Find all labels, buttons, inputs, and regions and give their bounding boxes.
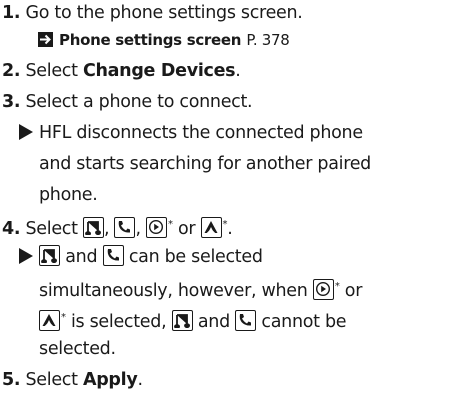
step-4-note-text-1: can be selected [123,247,263,267]
step-2: 2. Select Change Devices. [2,60,241,82]
step-4-text-prefix: Select [25,219,83,239]
step-4-number: 4. [2,219,21,239]
step-4: 4. Select , , * or *. [2,217,233,239]
step-3-note-line-2: and starts searching for another paired [39,154,371,174]
step-4-or: or [172,219,201,239]
step-4-note-text-3a: is selected, [65,312,172,332]
music-icon [39,245,60,266]
cross-reference[interactable]: Phone settings screen P. 378 [38,29,290,51]
step-4-note-line-2: simultaneously, however, when * or [39,276,362,302]
step-3-note-line-1: HFL disconnects the connected phone [19,122,363,144]
step-5-text-prefix: Select [25,370,83,390]
step-5: 5. Select Apply. [2,369,143,391]
phone-icon [235,310,257,331]
step-1: 1. Go to the phone settings screen. [2,2,303,24]
music-icon [82,217,104,238]
step-4-note-or: or [339,281,363,301]
step-2-text-suffix: . [235,61,241,81]
cross-reference-page: P. 378 [246,31,290,49]
result-arrow-icon [19,248,33,264]
phone-icon [102,245,124,266]
step-4-note-text-2: simultaneously, however, when [39,281,313,301]
step-5-number: 5. [2,370,21,390]
step-4-note-text-3b: and [192,312,236,332]
step-3-note-text-1: HFL disconnects the connected phone [39,123,363,143]
apply-label: Apply [82,370,138,390]
step-4-note-line-1: and can be selected [19,245,263,268]
music-icon [171,310,193,331]
step-4-note-and: and [60,247,103,267]
step-3-text: Select a phone to connect. [25,92,253,112]
change-devices-label: Change Devices [82,61,236,81]
android-auto-icon [39,310,60,331]
step-1-text: Go to the phone settings screen. [25,3,303,23]
result-arrow-icon [19,124,33,140]
cross-reference-arrow-icon [38,32,53,47]
step-4-text-suffix: . [227,219,233,239]
manual-page: 1. Go to the phone settings screen. Phon… [0,0,457,397]
step-4-note-text-3c: cannot be [256,312,347,332]
step-1-number: 1. [2,3,21,23]
phone-icon [114,217,136,238]
android-auto-icon [200,217,222,238]
step-3-note-line-3: phone. [39,185,98,205]
step-2-text-prefix: Select [25,61,83,81]
step-3-number: 3. [2,92,21,112]
step-3: 3. Select a phone to connect. [2,91,253,113]
step-4-note-line-4: selected. [39,339,116,359]
step-4-note-line-3: * is selected, and cannot be [39,307,347,333]
step-2-number: 2. [2,61,21,81]
cross-reference-label[interactable]: Phone settings screen [59,31,241,49]
step-5-text-suffix: . [137,370,143,390]
apple-carplay-icon [312,279,334,300]
apple-carplay-icon [146,217,168,238]
